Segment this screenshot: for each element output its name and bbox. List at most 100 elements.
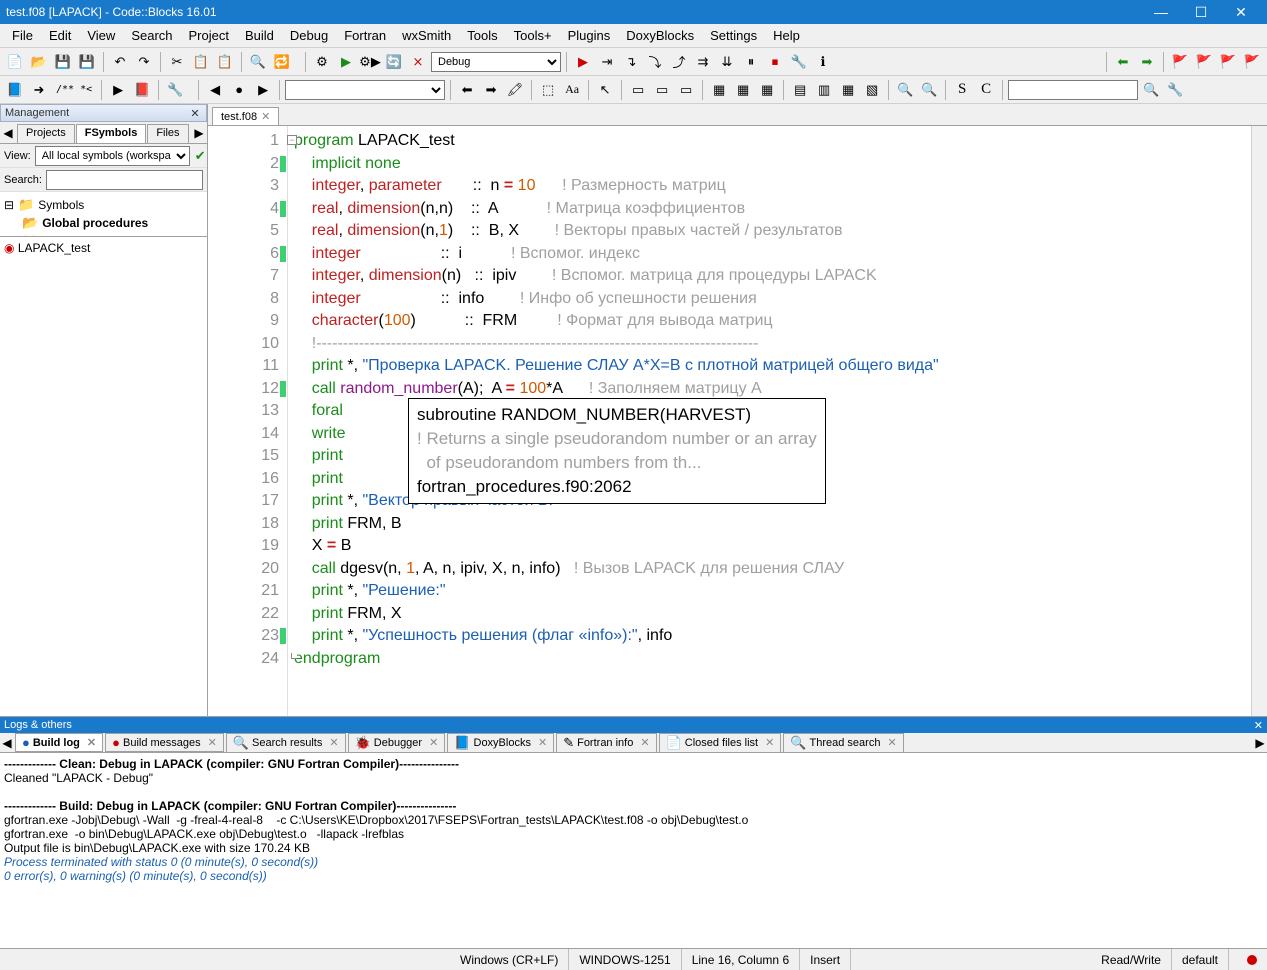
doxy-block-icon[interactable]: /** *<	[52, 79, 96, 101]
status-profile[interactable]: default	[1172, 949, 1229, 970]
doxy-run-icon[interactable]: ▶	[107, 79, 129, 101]
doxy-config-icon[interactable]: 🔧	[164, 79, 186, 101]
next-line-icon[interactable]: ↴	[620, 51, 642, 73]
prev-icon[interactable]: ⬅	[456, 79, 478, 101]
status-insert[interactable]: Insert	[800, 949, 851, 970]
c-icon[interactable]: C	[975, 79, 997, 101]
logs-tab-doxy[interactable]: 📘DoxyBlocks✕	[447, 733, 554, 753]
next-instr-icon[interactable]: ⇉	[692, 51, 714, 73]
minimize-button[interactable]: —	[1141, 0, 1181, 24]
close-icon[interactable]: ✕	[640, 736, 649, 749]
menu-view[interactable]: View	[79, 26, 123, 45]
save-icon[interactable]: 💾	[52, 51, 74, 73]
close-icon[interactable]: ✕	[765, 736, 774, 749]
new-file-icon[interactable]: 📄	[4, 51, 26, 73]
text-icon[interactable]: Aa	[561, 79, 583, 101]
mgmt-tab-fsymbols[interactable]: FSymbols	[76, 124, 147, 143]
menu-build[interactable]: Build	[237, 26, 282, 45]
logs-tab-buildlog[interactable]: ●Build log✕	[15, 733, 103, 752]
logs-tab-prev-icon[interactable]: ◀	[0, 736, 14, 750]
abort-icon[interactable]: ⨯	[407, 51, 429, 73]
rect2-icon[interactable]: ▭	[651, 79, 673, 101]
grid1-icon[interactable]: ▦	[708, 79, 730, 101]
close-icon[interactable]: ✕	[429, 736, 438, 749]
close-icon[interactable]: ✕	[538, 736, 547, 749]
logs-tab-debugger[interactable]: 🐞Debugger✕	[348, 733, 446, 753]
search-go-icon[interactable]: 🔍	[1140, 79, 1162, 101]
editor-tab-testf08[interactable]: test.f08 ✕	[212, 107, 279, 125]
mgmt-tab-projects[interactable]: Projects	[17, 124, 75, 143]
paste-icon[interactable]: 📋	[214, 51, 236, 73]
save-all-icon[interactable]: 💾	[76, 51, 98, 73]
menu-debug[interactable]: Debug	[282, 26, 336, 45]
bookmark-next-icon[interactable]: 🚩	[1217, 51, 1239, 73]
run-icon[interactable]: ▶	[335, 51, 357, 73]
logs-tab-closed[interactable]: 📄Closed files list✕	[659, 733, 782, 753]
menu-settings[interactable]: Settings	[702, 26, 765, 45]
logs-body[interactable]: ------------- Clean: Debug in LAPACK (co…	[0, 753, 1267, 948]
mgmt-tab-next-icon[interactable]: ▶	[191, 122, 207, 143]
close-button[interactable]: ✕	[1221, 0, 1261, 24]
editor-scrollbar[interactable]	[1251, 126, 1267, 716]
view-combo[interactable]: All local symbols (workspa	[35, 146, 190, 166]
nav-stop-icon[interactable]: ●	[228, 79, 250, 101]
search-options-icon[interactable]: 🔧	[1164, 79, 1186, 101]
bookmark-toggle-icon[interactable]: 🚩	[1193, 51, 1215, 73]
grid2-icon[interactable]: ▦	[732, 79, 754, 101]
symbol-search-input[interactable]	[46, 170, 203, 190]
status-encoding[interactable]: WINDOWS-1251	[569, 949, 681, 970]
code-editor[interactable]: 1−23456789101112131415161718192021222324…	[208, 126, 1267, 716]
menu-project[interactable]: Project	[181, 26, 237, 45]
view-refresh-icon[interactable]: ✔	[194, 145, 207, 167]
logs-tab-buildmsg[interactable]: ●Build messages✕	[105, 733, 224, 752]
doxy-chm-icon[interactable]: 📕	[131, 79, 153, 101]
logs-tab-fortran[interactable]: ✎Fortran info✕	[556, 733, 656, 753]
nav-back-icon[interactable]: ◀	[204, 79, 226, 101]
maximize-button[interactable]: ☐	[1181, 0, 1221, 24]
menu-wxsmith[interactable]: wxSmith	[394, 26, 459, 45]
editor-tab-close-icon[interactable]: ✕	[261, 110, 270, 123]
menu-fortran[interactable]: Fortran	[336, 26, 394, 45]
info-icon[interactable]: ℹ	[812, 51, 834, 73]
menu-edit[interactable]: Edit	[41, 26, 79, 45]
close-icon[interactable]: ✕	[329, 736, 338, 749]
layout2-icon[interactable]: ▥	[813, 79, 835, 101]
nav-fwd-icon[interactable]: ▶	[252, 79, 274, 101]
menu-toolsplus[interactable]: Tools+	[506, 26, 560, 45]
zoom-out-icon[interactable]: 🔍	[918, 79, 940, 101]
undo-icon[interactable]: ↶	[109, 51, 131, 73]
s-icon[interactable]: S	[951, 79, 973, 101]
cut-icon[interactable]: ✂	[166, 51, 188, 73]
stop-icon[interactable]: ⏹	[764, 51, 786, 73]
next-icon[interactable]: ➡	[480, 79, 502, 101]
jump-fwd-icon[interactable]: ➡	[1136, 51, 1158, 73]
layout1-icon[interactable]: ▤	[789, 79, 811, 101]
step-into-icon[interactable]: ⤵	[644, 51, 666, 73]
step-instr-icon[interactable]: ⇊	[716, 51, 738, 73]
menu-doxyblocks[interactable]: DoxyBlocks	[618, 26, 702, 45]
step-out-icon[interactable]: ⤴	[668, 51, 690, 73]
logs-tab-search[interactable]: 🔍Search results✕	[226, 733, 346, 753]
build-run-icon[interactable]: ⚙▶	[359, 51, 381, 73]
open-file-icon[interactable]: 📂	[28, 51, 50, 73]
menu-plugins[interactable]: Plugins	[560, 26, 619, 45]
debug-run-icon[interactable]: ▶	[572, 51, 594, 73]
close-icon[interactable]: ✕	[208, 736, 217, 749]
mgmt-tab-files[interactable]: Files	[147, 124, 188, 143]
menu-help[interactable]: Help	[765, 26, 808, 45]
run-to-cursor-icon[interactable]: ⇥	[596, 51, 618, 73]
close-icon[interactable]: ✕	[87, 736, 96, 749]
jump-back-icon[interactable]: ⬅	[1112, 51, 1134, 73]
close-icon[interactable]: ✕	[887, 736, 896, 749]
logs-tab-thread[interactable]: 🔍Thread search✕	[783, 733, 903, 753]
menu-file[interactable]: File	[4, 26, 41, 45]
select-icon[interactable]: ⬚	[537, 79, 559, 101]
rect1-icon[interactable]: ▭	[627, 79, 649, 101]
logs-tab-next-icon[interactable]: ▶	[1253, 736, 1267, 750]
layout3-icon[interactable]: ▦	[837, 79, 859, 101]
bookmark-clear-icon[interactable]: 🚩	[1241, 51, 1263, 73]
bookmark-prev-icon[interactable]: 🚩	[1169, 51, 1191, 73]
find-icon[interactable]: 🔍	[247, 51, 269, 73]
build-icon[interactable]: ⚙	[311, 51, 333, 73]
rect3-icon[interactable]: ▭	[675, 79, 697, 101]
